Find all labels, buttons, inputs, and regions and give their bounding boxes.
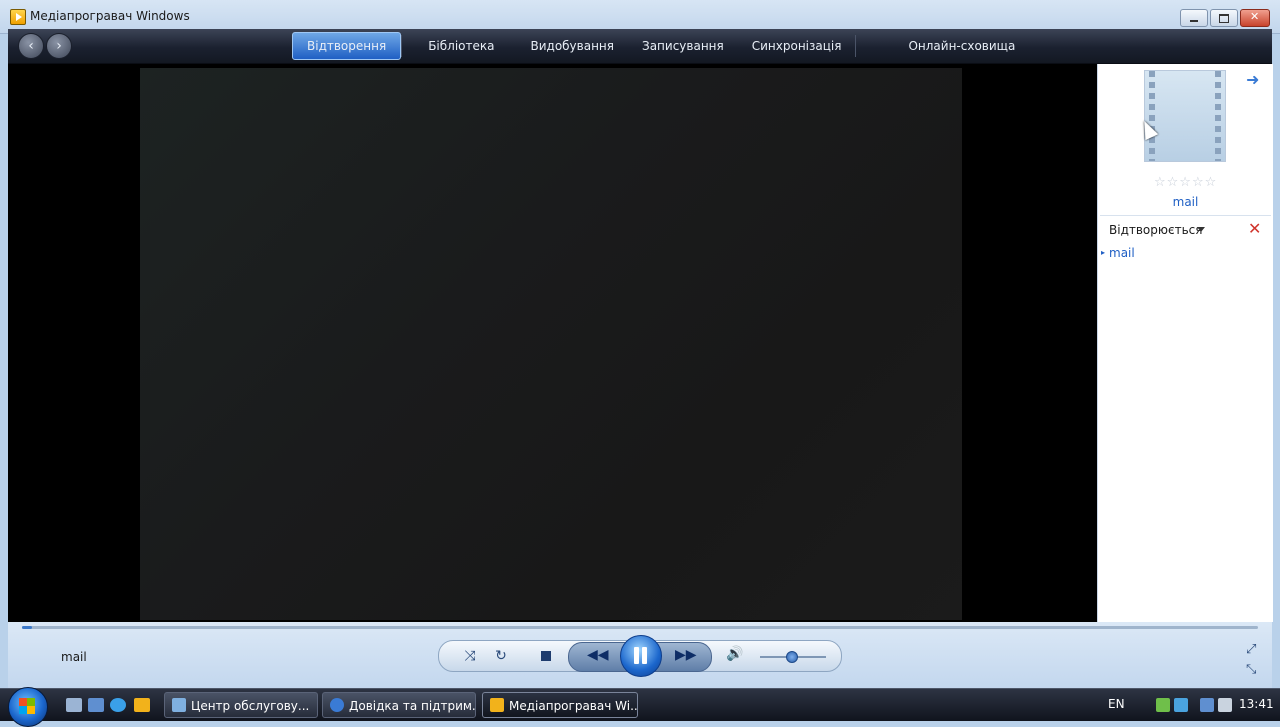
volume-icon[interactable]: 🔊 [726,646,743,662]
taskbar-button[interactable]: Медіапрогравач Wi... [482,692,638,718]
taskbar-button[interactable]: Довідка та підтрим... [322,692,476,718]
rewind-icon[interactable]: ◀◀ [587,647,609,663]
help-center-icon [172,698,186,712]
rating-stars[interactable]: ☆☆☆☆☆ [1154,175,1217,190]
seek-bar[interactable] [22,626,1258,629]
show-desktop-icon[interactable] [66,698,82,712]
taskbar-button-label: Центр обслугову... [191,699,310,713]
security-tray-icon[interactable] [1156,698,1170,712]
close-button[interactable] [1240,9,1270,27]
shuffle-icon[interactable]: ⤨ [459,646,481,666]
playlist-item[interactable]: mail [1109,246,1135,260]
compact-mode-icon[interactable]: ⤡ [1246,662,1256,677]
playing-indicator-icon: ▸ [1101,248,1106,257]
minimize-button[interactable] [1180,9,1208,27]
repeat-icon[interactable]: ↻ [490,646,512,666]
video-area[interactable] [8,64,1097,622]
tab-sync[interactable]: Синхронізація [738,29,856,63]
clock[interactable]: 13:41 [1239,697,1274,711]
main-tabs: Відтворення Бібліотека Видобування Запис… [292,29,1029,63]
media-player-app-icon [10,9,26,25]
nav-bar: ‹ › Відтворення Бібліотека Видобування З… [8,29,1272,64]
stop-button[interactable] [541,651,551,661]
network-tray-icon[interactable] [1200,698,1214,712]
divider [1100,215,1271,216]
media-title-link[interactable]: mail [1098,195,1273,209]
pause-button[interactable] [620,635,662,677]
window-controls [1180,9,1270,27]
language-indicator[interactable]: EN [1108,697,1125,711]
window-title: Медіапрогравач Windows [30,9,190,23]
video-thumbnail[interactable] [1144,70,1226,162]
start-button[interactable] [8,687,48,727]
maximize-button[interactable] [1210,9,1238,27]
taskbar-button-label: Медіапрогравач Wi... [509,699,638,713]
chevron-down-icon[interactable] [1197,227,1205,232]
clear-list-icon[interactable]: ✕ [1248,219,1261,238]
taskbar-button-label: Довідка та підтрим... [349,699,476,713]
tab-rip[interactable]: Видобування [516,29,628,63]
tab-burn[interactable]: Записування [628,29,738,63]
now-playing-panel: ➜ ☆☆☆☆☆ mail Відтворюється ✕ ▸ mail [1097,64,1273,622]
media-player-icon [490,698,504,712]
playback-controls: mail ⤨ ↻ ◀◀ ▶▶ 🔊 ⤢ ⤡ [8,622,1272,688]
internet-explorer-icon[interactable] [110,698,126,712]
tab-now-playing[interactable]: Відтворення [292,32,402,60]
video-frame[interactable] [140,68,962,620]
forward-arrow-icon[interactable]: › [46,33,72,59]
help-icon [330,698,344,712]
sync-tray-icon[interactable] [1174,698,1188,712]
switch-windows-icon[interactable] [88,698,104,712]
taskbar-button[interactable]: Центр обслугову... [164,692,318,718]
fullscreen-icon[interactable]: ⤢ [1246,642,1256,657]
tab-library[interactable]: Бібліотека [402,29,516,63]
back-arrow-icon[interactable]: ‹ [18,33,44,59]
playing-list-header[interactable]: Відтворюється [1109,223,1202,237]
media-player-quicklaunch-icon[interactable] [134,698,150,712]
taskbar: Центр обслугову... Довідка та підтрим...… [0,687,1280,727]
windows-logo-icon [19,698,35,714]
volume-slider-knob[interactable] [786,651,798,663]
seek-progress [22,626,32,629]
fast-forward-icon[interactable]: ▶▶ [675,647,697,663]
tab-online-stores[interactable]: Онлайн-сховища [856,29,1029,63]
volume-muted-tray-icon[interactable] [1218,698,1232,712]
go-arrow-icon[interactable]: ➜ [1246,70,1259,89]
now-playing-label: mail [61,650,87,664]
